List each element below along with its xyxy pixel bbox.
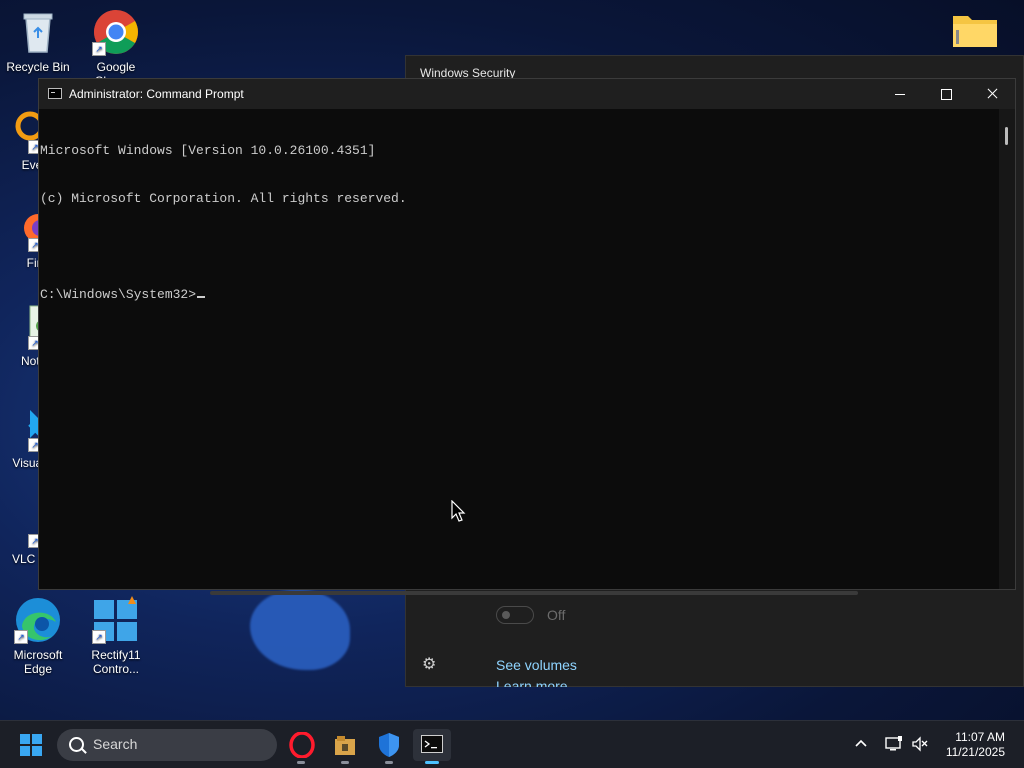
console-prompt: C:\Windows\System32> xyxy=(40,287,197,302)
clock-date: 11/21/2025 xyxy=(945,745,1005,759)
cmd-app-icon xyxy=(48,88,62,99)
edge-icon: ↗ xyxy=(14,596,62,644)
running-indicator xyxy=(425,761,439,764)
show-hidden-icons-chevron-icon[interactable] xyxy=(854,736,868,753)
toggle-switch[interactable] xyxy=(496,606,534,624)
terminal-icon xyxy=(421,735,443,753)
windows-logo-icon xyxy=(20,734,30,744)
horizontal-scrollbar[interactable] xyxy=(210,591,858,595)
desktop-icon-label: Rectify11 Contro... xyxy=(91,648,141,676)
console-output[interactable]: Microsoft Windows [Version 10.0.26100.43… xyxy=(39,109,999,589)
minimize-button[interactable] xyxy=(877,79,923,109)
running-indicator xyxy=(297,761,305,764)
close-button[interactable] xyxy=(969,79,1015,109)
desktop-icon-label: Recycle Bin xyxy=(6,60,70,74)
title-bar[interactable]: Administrator: Command Prompt xyxy=(39,79,1015,109)
running-indicator xyxy=(341,761,349,764)
settings-gear-icon[interactable]: ⚙ xyxy=(422,654,440,673)
taskbar-app-opera[interactable] xyxy=(282,729,320,764)
file-explorer-icon xyxy=(335,736,355,755)
chrome-icon: ↗ xyxy=(92,8,140,56)
recycle-bin-icon xyxy=(14,8,62,56)
mouse-pointer-icon xyxy=(451,499,467,529)
clock[interactable]: 11:07 AM 11/21/2025 xyxy=(946,730,1005,760)
folder-icon[interactable] xyxy=(952,12,998,53)
taskbar: Search 11:07 AM 11/21/2025 xyxy=(0,720,1024,768)
desktop-icon-recycle-bin[interactable]: Recycle Bin xyxy=(0,8,76,74)
desktop-icon-rectify11-control[interactable]: ↗ Rectify11 Contro... xyxy=(78,596,154,676)
window-title: Administrator: Command Prompt xyxy=(69,87,244,101)
console-line: (c) Microsoft Corporation. All rights re… xyxy=(40,191,407,206)
shortcut-arrow-icon: ↗ xyxy=(92,630,106,644)
maximize-button[interactable] xyxy=(923,79,969,109)
command-prompt-window[interactable]: Administrator: Command Prompt Microsoft … xyxy=(38,78,1016,590)
console-line: Microsoft Windows [Version 10.0.26100.43… xyxy=(40,143,376,158)
shortcut-arrow-icon: ↗ xyxy=(92,42,106,56)
desktop-wallpaper-bloom xyxy=(250,590,350,670)
scrollbar-thumb[interactable] xyxy=(1005,127,1008,145)
clock-time: 11:07 AM xyxy=(955,730,1005,744)
learn-more-link[interactable]: Learn more xyxy=(496,678,568,687)
network-icon[interactable] xyxy=(885,736,903,755)
desktop-icon-google-chrome[interactable]: ↗ Google Chrome xyxy=(78,8,154,88)
taskbar-app-file-explorer[interactable] xyxy=(326,729,364,764)
see-volumes-link[interactable]: See volumes xyxy=(496,657,577,673)
desktop-icon-label: Microsoft Edge xyxy=(13,648,63,676)
search-icon xyxy=(69,737,84,752)
desktop-icon-microsoft-edge[interactable]: ↗ Microsoft Edge xyxy=(0,596,76,676)
rectify11-icon: ↗ xyxy=(92,596,140,644)
vertical-scrollbar[interactable] xyxy=(999,109,1015,589)
running-indicator xyxy=(385,761,393,764)
windows-security-icon xyxy=(379,733,399,757)
shortcut-arrow-icon: ↗ xyxy=(14,630,28,644)
console-prompt-line: C:\Windows\System32> xyxy=(40,287,999,303)
search-placeholder: Search xyxy=(93,736,138,752)
taskbar-search-box[interactable]: Search xyxy=(57,729,277,761)
volume-muted-icon[interactable] xyxy=(911,736,929,755)
text-cursor xyxy=(197,296,206,298)
taskbar-app-windows-security[interactable] xyxy=(370,729,408,764)
start-button[interactable] xyxy=(20,734,42,756)
toggle-state-label: Off xyxy=(547,607,566,623)
opera-icon xyxy=(289,732,315,758)
taskbar-app-command-prompt[interactable] xyxy=(413,729,451,764)
